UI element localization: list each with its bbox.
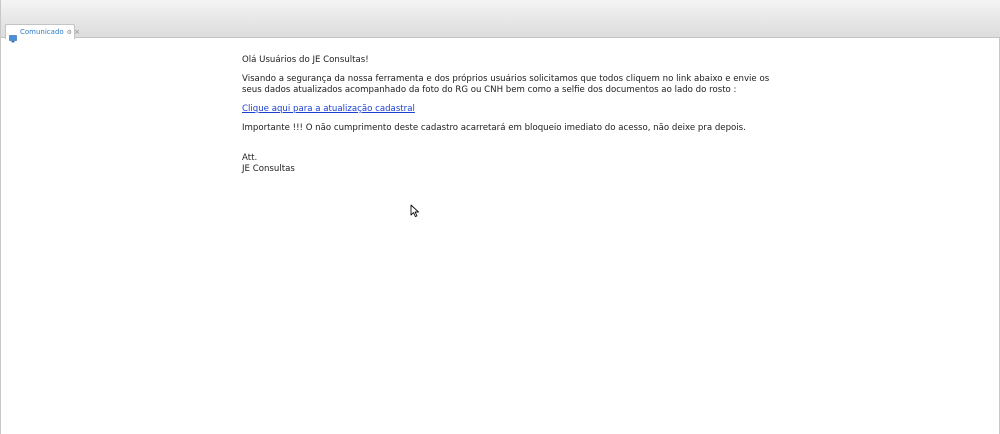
monitor-icon (9, 28, 17, 43)
close-icon[interactable]: × (74, 28, 80, 36)
signature-text: JE Consultas (242, 164, 295, 174)
greeting-text: Olá Usuários do JE Consultas! (242, 55, 369, 65)
body-paragraph: Visando a segurança da nossa ferramenta … (242, 74, 770, 95)
tab-label: Comunicado (20, 28, 64, 36)
gear-icon[interactable]: ⚙ (67, 29, 72, 36)
important-notice: Importante !!! O não cumprimento deste c… (242, 123, 746, 133)
signoff-text: Att. (242, 153, 258, 163)
browser-frame: Comunicado ⚙ × Olá Usuários do JE Consul… (0, 0, 1000, 434)
link-line: Clique aqui para a atualização cadastral (242, 104, 782, 115)
update-registration-link[interactable]: Clique aqui para a atualização cadastral (242, 104, 415, 114)
tab-comunicado[interactable]: Comunicado ⚙ × (5, 24, 80, 43)
tab-bar: Comunicado ⚙ × (1, 0, 1000, 43)
message-body: Olá Usuários do JE Consultas! Visando a … (242, 55, 782, 175)
mouse-cursor-icon (410, 203, 420, 218)
